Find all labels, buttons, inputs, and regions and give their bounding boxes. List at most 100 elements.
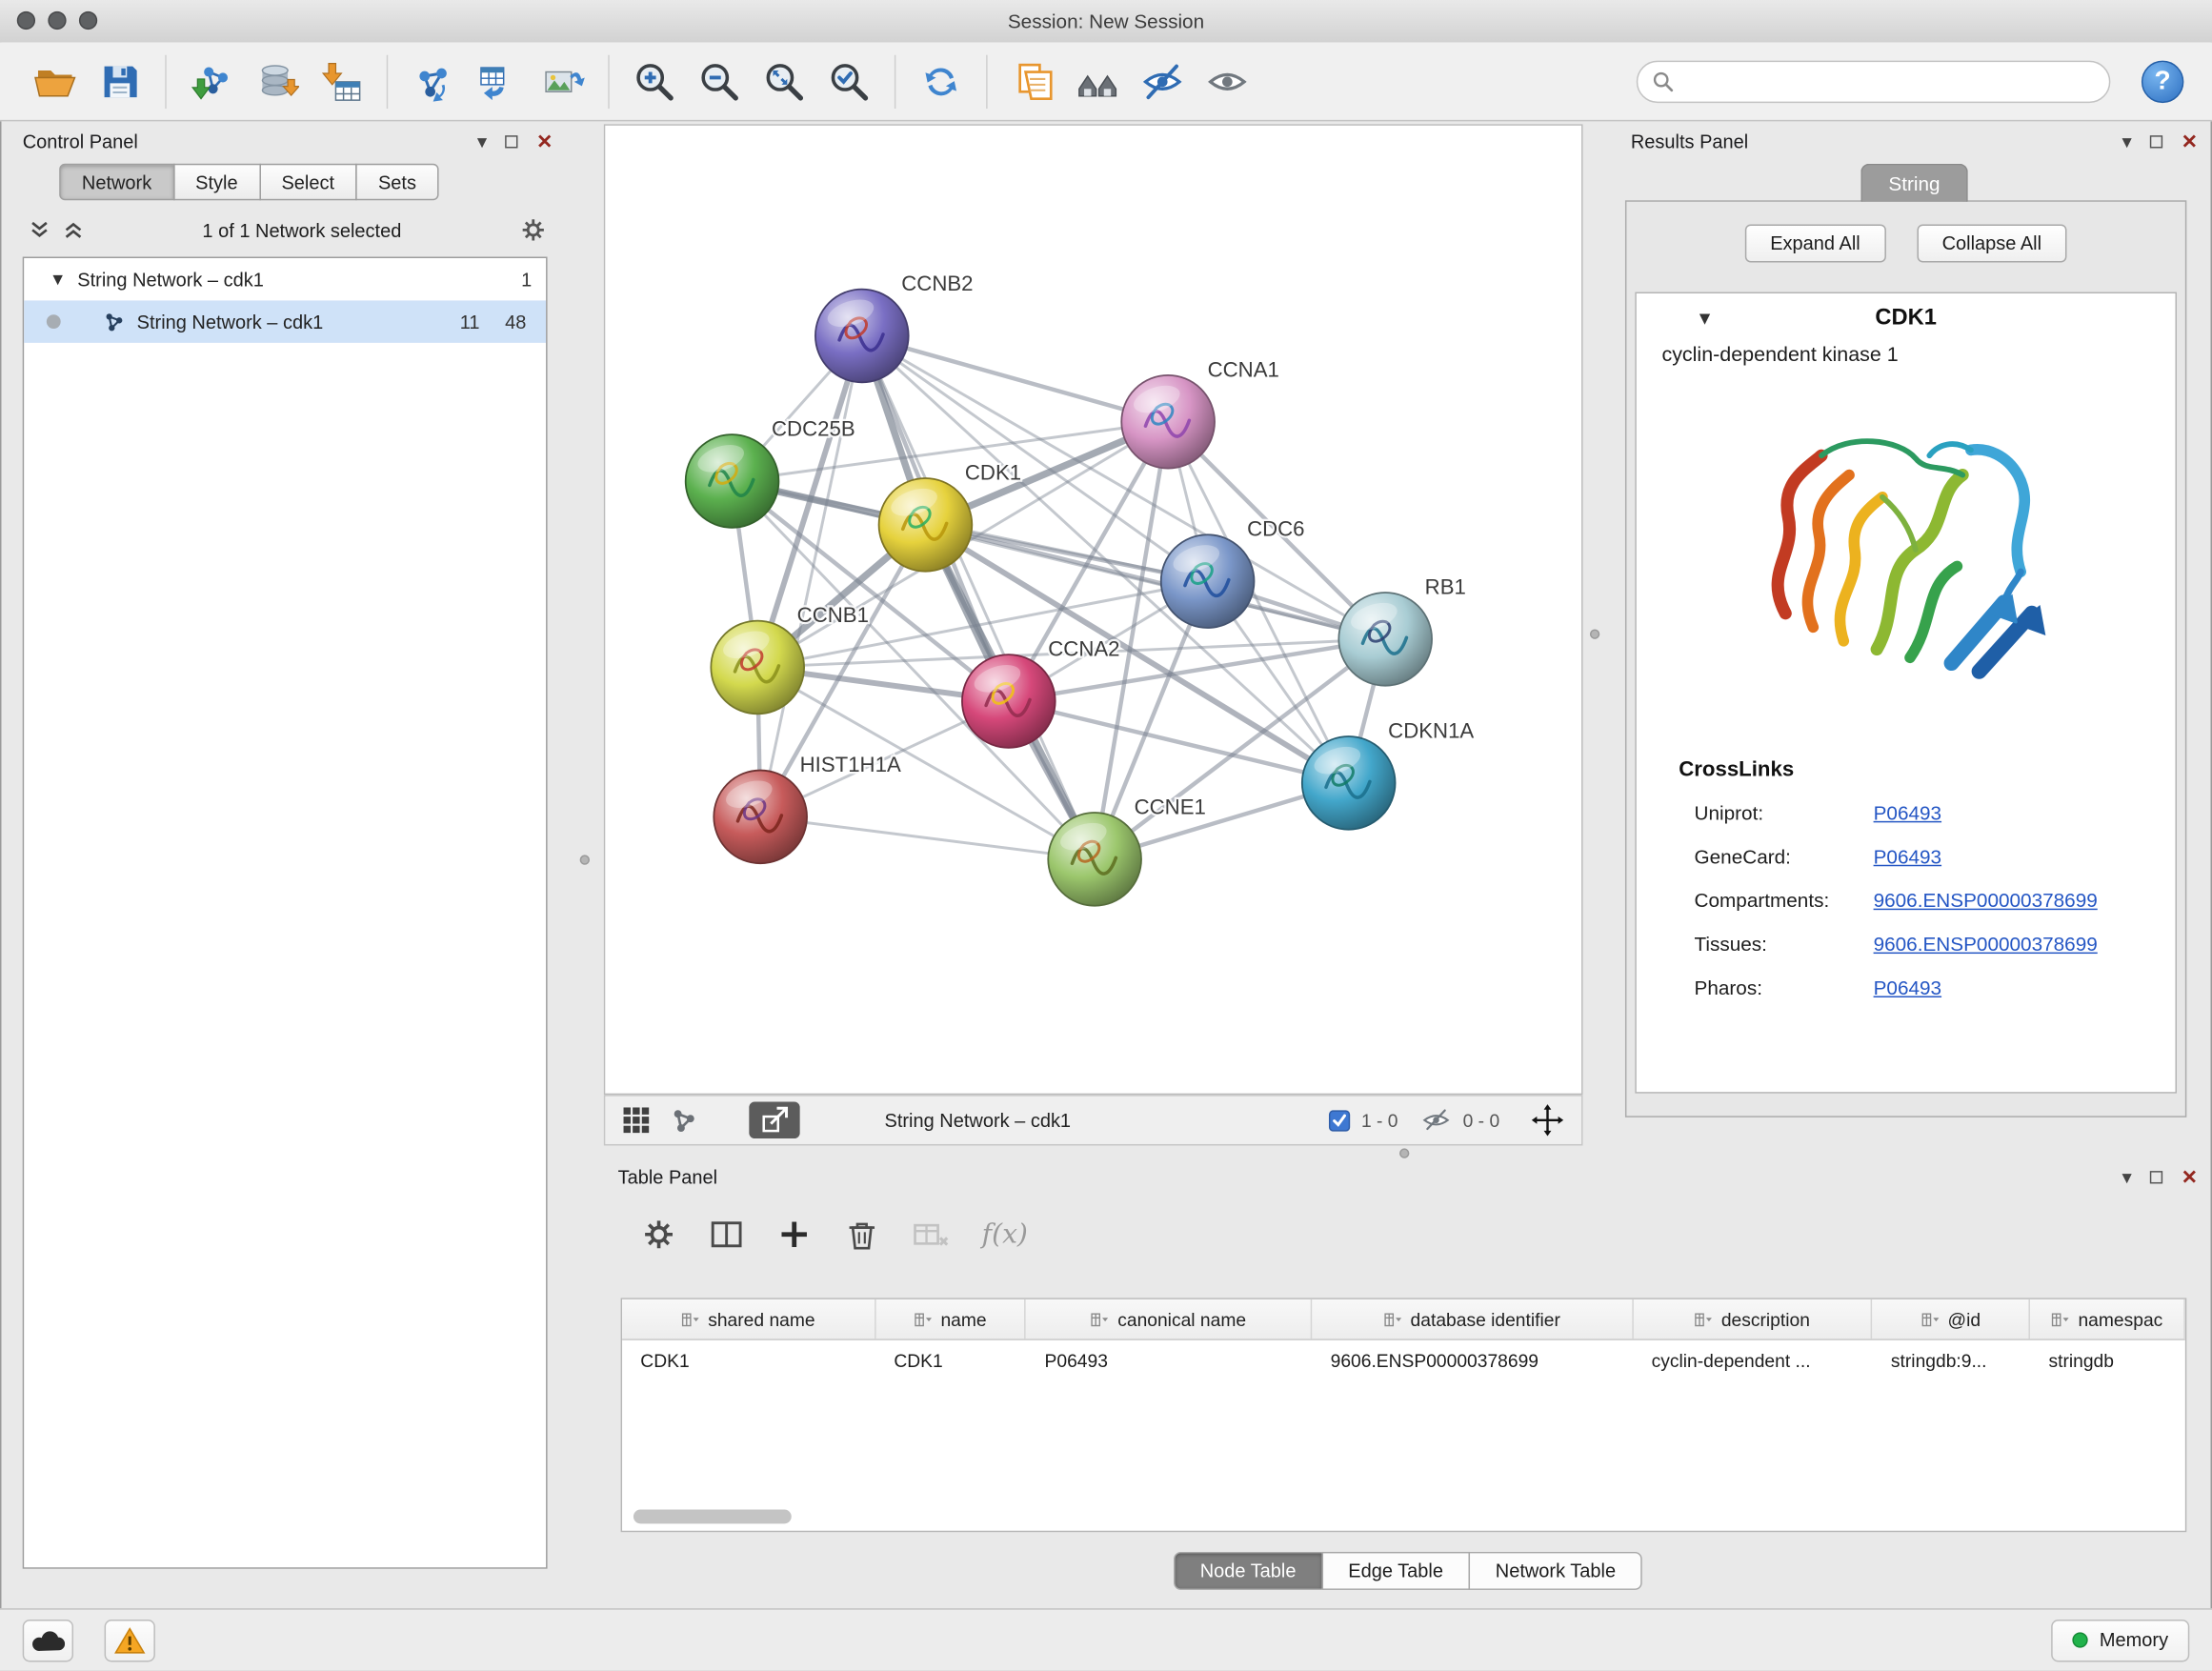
import-network-database-button[interactable]	[244, 50, 309, 112]
gene-disclosure-icon[interactable]: ▼	[1696, 308, 1714, 329]
network-node-label: HIST1H1A	[800, 753, 901, 776]
crosslink-link[interactable]: P06493	[1874, 844, 1941, 867]
selected-checkbox[interactable]	[1329, 1110, 1350, 1131]
refresh-icon	[918, 58, 963, 103]
tree-disclosure-icon[interactable]: ▼	[50, 270, 67, 290]
collapse-all-icon[interactable]	[29, 219, 51, 242]
network-view[interactable]: CCNB2CCNA1CDC25BCDK1CDC6RB1CCNB1CCNA2CDK…	[604, 124, 1583, 1095]
cloud-button[interactable]	[23, 1619, 73, 1661]
warning-button[interactable]	[105, 1619, 155, 1661]
show-columns-icon[interactable]	[708, 1217, 745, 1254]
tab-network[interactable]: Network	[59, 164, 174, 201]
help-button[interactable]: ?	[2142, 60, 2183, 102]
control-panel: Control Panel ▾ ✕ Network Style Select S…	[9, 124, 567, 1594]
zoom-out-button[interactable]	[687, 50, 752, 112]
network-node-label: CDK1	[965, 460, 1021, 484]
zoom-selected-button[interactable]	[816, 50, 881, 112]
birds-eye-view-button[interactable]	[749, 1102, 799, 1139]
zoom-in-button[interactable]	[622, 50, 687, 112]
right-splitter-handle[interactable]	[1590, 629, 1599, 638]
network-arrows-button[interactable]	[401, 50, 466, 112]
scrollbar-thumb[interactable]	[633, 1510, 792, 1524]
document-button[interactable]	[1000, 50, 1065, 112]
table-cell[interactable]: CDK1	[875, 1340, 1026, 1379]
expand-all-icon[interactable]	[62, 219, 85, 242]
network-node[interactable]: CCNB2	[815, 272, 974, 382]
network-node[interactable]: CCNA1	[1121, 357, 1279, 468]
control-panel-maximize-button[interactable]	[506, 134, 518, 147]
results-panel-close-button[interactable]: ✕	[2182, 131, 2198, 151]
table-horizontal-scrollbar[interactable]	[628, 1508, 2180, 1525]
import-network-file-button[interactable]	[179, 50, 244, 112]
table-cell[interactable]: P06493	[1026, 1340, 1312, 1379]
column-header[interactable]: description	[1633, 1299, 1872, 1339]
tab-sets[interactable]: Sets	[355, 164, 438, 201]
crosslink-link[interactable]: 9606.ENSP00000378699	[1874, 888, 2098, 911]
open-file-button[interactable]	[23, 50, 88, 112]
column-header[interactable]: name	[875, 1299, 1026, 1339]
zoom-fit-button[interactable]	[752, 50, 816, 112]
add-column-icon[interactable]	[775, 1217, 813, 1254]
results-panel-float-button[interactable]: ▾	[2122, 131, 2132, 151]
tab-select[interactable]: Select	[259, 164, 357, 201]
network-node[interactable]: CDC6	[1161, 517, 1305, 628]
results-panel-maximize-button[interactable]	[2150, 134, 2162, 147]
import-table-button[interactable]	[309, 50, 373, 112]
collapse-all-button[interactable]: Collapse All	[1917, 224, 2067, 262]
left-splitter-handle[interactable]	[580, 855, 590, 864]
pan-crosshair-icon[interactable]	[1531, 1103, 1565, 1137]
table-cell[interactable]: 9606.ENSP00000378699	[1312, 1340, 1633, 1379]
tab-style[interactable]: Style	[172, 164, 260, 201]
table-panel-close-button[interactable]: ✕	[2182, 1167, 2198, 1187]
gene-description: cyclin-dependent kinase 1	[1637, 344, 2176, 367]
table-cell[interactable]: stringdb:9...	[1873, 1340, 2031, 1379]
table-cell[interactable]: CDK1	[622, 1340, 875, 1379]
binoculars-button[interactable]	[1065, 50, 1130, 112]
table-cell[interactable]: stringdb	[2030, 1340, 2185, 1379]
share-view-icon[interactable]	[670, 1106, 698, 1135]
network-node[interactable]: HIST1H1A	[714, 753, 901, 863]
memory-button[interactable]: Memory	[2052, 1619, 2190, 1661]
crosslink-link[interactable]: 9606.ENSP00000378699	[1874, 932, 2098, 955]
column-header[interactable]: database identifier	[1312, 1299, 1633, 1339]
network-collection-row[interactable]: ▼ String Network – cdk1 1	[24, 258, 546, 300]
tab-edge-table[interactable]: Edge Table	[1321, 1552, 1470, 1590]
column-header[interactable]: canonical name	[1026, 1299, 1312, 1339]
show-graphics-button[interactable]	[1195, 50, 1259, 112]
bottom-splitter-handle[interactable]	[1399, 1148, 1409, 1158]
control-panel-close-button[interactable]: ✕	[536, 131, 553, 151]
search-field[interactable]	[1637, 60, 2111, 102]
table-settings-gear-icon[interactable]	[640, 1217, 677, 1254]
tab-network-table[interactable]: Network Table	[1469, 1552, 1643, 1590]
network-row[interactable]: String Network – cdk1 11 48	[24, 300, 546, 342]
network-table-button[interactable]	[466, 50, 531, 112]
delete-column-icon[interactable]	[844, 1217, 881, 1254]
expand-all-button[interactable]: Expand All	[1745, 224, 1886, 262]
control-panel-float-button[interactable]: ▾	[477, 131, 487, 151]
tab-node-table[interactable]: Node Table	[1174, 1552, 1323, 1590]
search-input[interactable]	[1683, 69, 2095, 94]
column-header[interactable]: @id	[1873, 1299, 2031, 1339]
string-results-tab[interactable]: String	[1860, 164, 1968, 202]
zoom-in-icon	[632, 58, 676, 103]
network-node-label: CCNA1	[1208, 357, 1279, 381]
column-header[interactable]: shared name	[622, 1299, 875, 1339]
column-header[interactable]: namespac	[2030, 1299, 2185, 1339]
table-cell[interactable]: cyclin-dependent ...	[1633, 1340, 1872, 1379]
crosslink-link[interactable]: P06493	[1874, 976, 1941, 998]
export-image-button[interactable]	[531, 50, 595, 112]
table-panel-maximize-button[interactable]	[2150, 1170, 2162, 1182]
refresh-view-button[interactable]	[909, 50, 974, 112]
crosslink-link[interactable]: P06493	[1874, 800, 1941, 823]
network-node[interactable]: CDKN1A	[1302, 718, 1475, 829]
table-panel-float-button[interactable]: ▾	[2122, 1167, 2132, 1187]
function-builder-button[interactable]: f(x)	[982, 1218, 1028, 1250]
save-session-button[interactable]	[88, 50, 152, 112]
grid-view-icon[interactable]	[622, 1106, 651, 1135]
network-node[interactable]: CCNB1	[711, 603, 869, 714]
network-node[interactable]: RB1	[1338, 574, 1466, 685]
hide-graphics-button[interactable]	[1130, 50, 1195, 112]
network-graph[interactable]: CCNB2CCNA1CDC25BCDK1CDC6RB1CCNB1CCNA2CDK…	[605, 126, 1581, 1094]
gear-icon[interactable]	[519, 216, 548, 245]
network-node[interactable]: CDK1	[879, 460, 1022, 571]
